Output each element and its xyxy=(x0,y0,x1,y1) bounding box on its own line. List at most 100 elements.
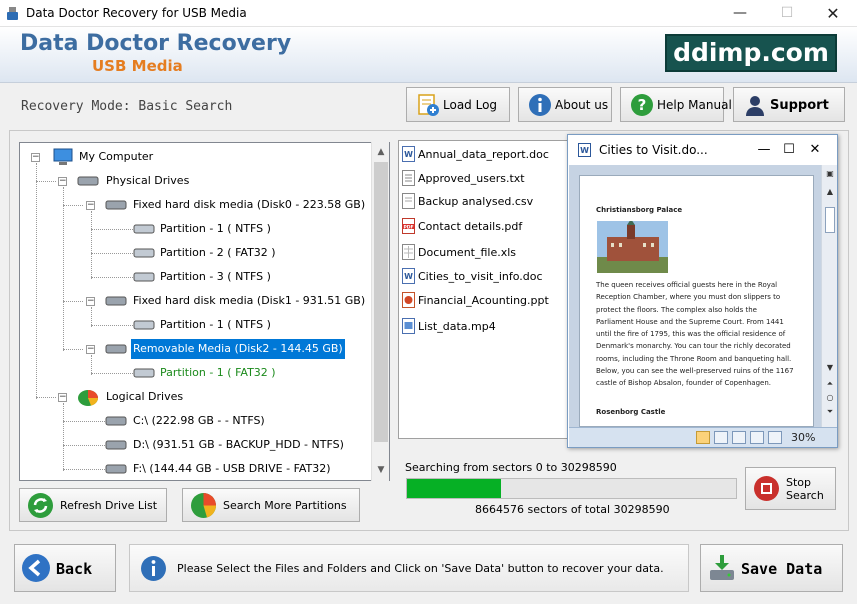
scroll-thumb[interactable] xyxy=(374,162,388,442)
info-message: Please Select the Files and Folders and … xyxy=(177,562,664,575)
tree-node-partition[interactable]: Partition - 1 ( NTFS ) xyxy=(20,315,380,335)
collapse-icon[interactable]: − xyxy=(86,345,95,354)
back-button[interactable]: Back xyxy=(14,544,116,592)
tree-node-drive-f[interactable]: F:\ (144.44 GB - USB DRIVE - FAT32) xyxy=(20,459,380,479)
save-drive-icon xyxy=(710,555,734,580)
scroll-up-icon[interactable]: ▲ xyxy=(372,144,390,160)
support-person-icon xyxy=(746,96,764,116)
search-more-partitions-button[interactable]: Search More Partitions xyxy=(182,488,360,522)
tree-node-disk0[interactable]: − Fixed hard disk media (Disk0 - 223.58 … xyxy=(20,195,380,215)
collapse-icon[interactable]: − xyxy=(86,297,95,306)
load-log-button[interactable]: Load Log xyxy=(406,87,510,122)
info-message-bar: Please Select the Files and Folders and … xyxy=(129,544,689,592)
drive-icon xyxy=(105,464,127,474)
partition-icon xyxy=(133,368,155,378)
scroll-up-icon[interactable]: ▲ xyxy=(822,187,838,196)
minimize-button[interactable]: — xyxy=(717,0,763,27)
tree-node-drive-c[interactable]: C:\ (222.98 GB - - NTFS) xyxy=(20,411,380,431)
refresh-label: Refresh Drive List xyxy=(60,499,158,512)
tree-node-drive-d[interactable]: D:\ (931.51 GB - BACKUP_HDD - NTFS) xyxy=(20,435,380,455)
scroll-thumb[interactable] xyxy=(825,207,835,233)
search-progress-bar xyxy=(406,478,737,499)
preview-close-button[interactable]: ✕ xyxy=(804,140,826,160)
tree-node-partition[interactable]: Partition - 3 ( NTFS ) xyxy=(20,267,380,287)
outline-view-icon[interactable] xyxy=(750,431,764,444)
collapse-icon[interactable]: − xyxy=(86,201,95,210)
refresh-drive-list-button[interactable]: Refresh Drive List xyxy=(19,488,167,522)
save-data-label: Save Data xyxy=(741,560,823,578)
draft-view-icon[interactable] xyxy=(768,431,782,444)
partition-icon xyxy=(133,320,155,330)
tree-scrollbar[interactable]: ▲ ▼ xyxy=(371,142,389,481)
tree-label: Partition - 2 ( FAT32 ) xyxy=(160,246,276,259)
preview-scrollbar[interactable]: ▣ ▲ ▼ ⏶ ○ ⏷ xyxy=(821,165,837,427)
scroll-down-icon[interactable]: ▼ xyxy=(372,462,390,478)
tree-label: Fixed hard disk media (Disk1 - 931.51 GB… xyxy=(133,294,366,307)
pdf-file-icon: PDF xyxy=(402,218,415,234)
drive-tree[interactable]: − My Computer − Physical Drives − Fixed … xyxy=(19,142,390,481)
search-more-label: Search More Partitions xyxy=(223,499,347,512)
tree-node-partition[interactable]: Partition - 1 ( NTFS ) xyxy=(20,219,380,239)
preview-title-bar: W Cities to Visit.do... — ☐ ✕ xyxy=(568,135,837,165)
tree-node-partition[interactable]: Partition - 2 ( FAT32 ) xyxy=(20,243,380,263)
file-name: Approved_users.txt xyxy=(418,172,525,185)
about-us-label: About us xyxy=(555,98,609,112)
document-preview-window[interactable]: W Cities to Visit.do... — ☐ ✕ Christians… xyxy=(567,134,838,448)
select-browse-object-icon[interactable]: ○ xyxy=(822,393,838,402)
file-name: Financial_Acounting.ppt xyxy=(418,294,549,307)
progress-fill xyxy=(407,479,502,498)
print-layout-icon[interactable] xyxy=(696,431,710,444)
scroll-down-icon[interactable]: ▼ xyxy=(822,363,838,372)
preview-maximize-button[interactable]: ☐ xyxy=(778,140,800,160)
tree-node-my-computer[interactable]: − My Computer xyxy=(20,147,380,167)
about-us-button[interactable]: About us xyxy=(518,87,612,122)
preview-title: Cities to Visit.do... xyxy=(599,143,708,157)
text-file-icon xyxy=(402,170,415,186)
ruler-icon[interactable]: ▣ xyxy=(822,169,838,178)
tree-node-logical-drives[interactable]: − Logical Drives xyxy=(20,387,380,407)
close-button[interactable]: ✕ xyxy=(810,0,856,27)
pie-chart-icon xyxy=(78,390,98,406)
collapse-icon[interactable]: − xyxy=(31,153,40,162)
tree-label: Partition - 1 ( FAT32 ) xyxy=(160,366,276,379)
tree-node-disk1[interactable]: − Fixed hard disk media (Disk1 - 931.51 … xyxy=(20,291,380,311)
tree-label: Partition - 3 ( NTFS ) xyxy=(160,270,271,283)
palace-image xyxy=(597,221,668,273)
save-data-button[interactable]: Save Data xyxy=(700,544,843,592)
partition-icon xyxy=(133,248,155,258)
zoom-level[interactable]: 30% xyxy=(791,431,815,444)
info-icon xyxy=(141,556,166,581)
support-button[interactable]: Support xyxy=(733,87,845,122)
load-log-label: Load Log xyxy=(443,98,498,112)
svg-text:?: ? xyxy=(638,96,647,114)
search-range-label: Searching from sectors 0 to 30298590 xyxy=(405,461,617,474)
svg-text:PDF: PDF xyxy=(403,224,413,230)
collapse-icon[interactable]: − xyxy=(58,393,67,402)
maximize-button[interactable]: ☐ xyxy=(764,0,810,27)
tree-label: C:\ (222.98 GB - - NTFS) xyxy=(133,414,265,427)
tree-node-partition[interactable]: Partition - 1 ( FAT32 ) xyxy=(20,363,380,383)
help-manual-button[interactable]: ? Help Manual xyxy=(620,87,732,122)
preview-minimize-button[interactable]: — xyxy=(753,140,775,160)
tree-node-disk2[interactable]: − Removable Media (Disk2 - 144.45 GB) xyxy=(20,339,380,359)
csv-file-icon xyxy=(402,193,415,209)
file-name: Backup analysed.csv xyxy=(418,195,534,208)
file-name: Document_file.xls xyxy=(418,246,517,259)
hard-drive-icon xyxy=(77,176,99,186)
stop-icon xyxy=(754,476,779,501)
excel-file-icon xyxy=(402,244,415,260)
recovery-mode-label: Recovery Mode: Basic Search xyxy=(21,99,233,114)
reading-view-icon[interactable] xyxy=(714,431,728,444)
brand-subtitle: USB Media xyxy=(92,57,183,75)
previous-page-icon[interactable]: ⏶ xyxy=(822,379,838,389)
next-page-icon[interactable]: ⏷ xyxy=(822,407,838,417)
support-label: Support xyxy=(770,98,829,113)
stop-search-button[interactable]: Stop Search xyxy=(745,467,836,510)
doc-paragraph: The queen receives official guests here … xyxy=(596,281,794,388)
drive-icon xyxy=(105,440,127,450)
partition-icon xyxy=(133,224,155,234)
web-layout-icon[interactable] xyxy=(732,431,746,444)
tree-node-physical-drives[interactable]: − Physical Drives xyxy=(20,171,380,191)
brand-title: Data Doctor Recovery xyxy=(20,31,292,56)
collapse-icon[interactable]: − xyxy=(58,177,67,186)
